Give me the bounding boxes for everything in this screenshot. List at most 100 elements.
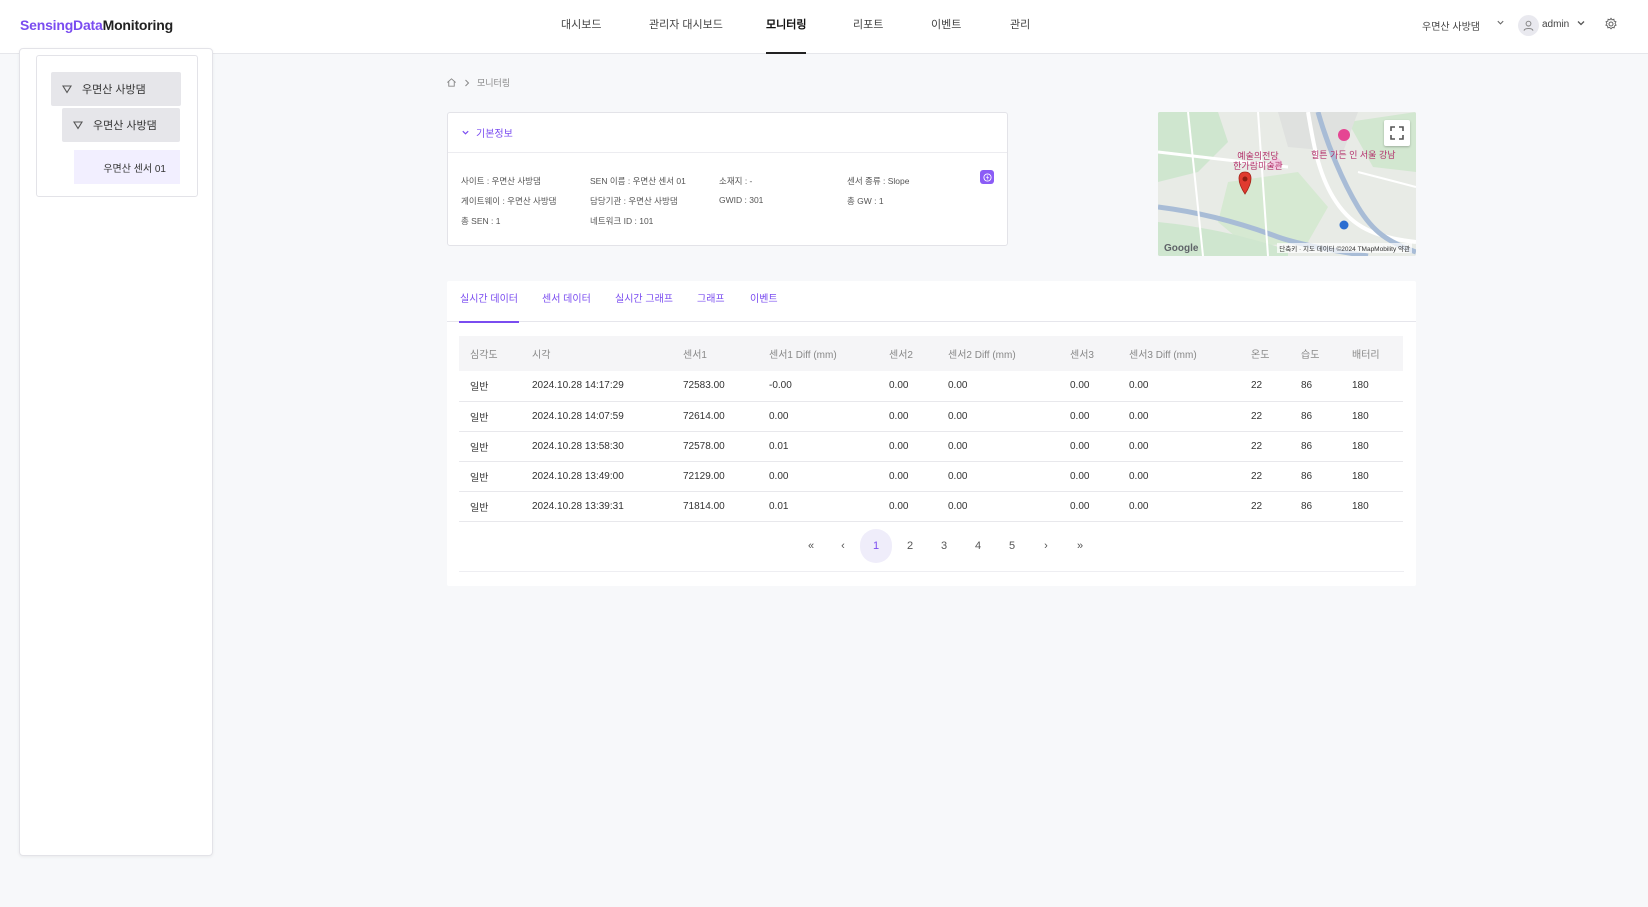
tree-node-gateway[interactable]: 우면산 사방댐	[62, 108, 180, 142]
table-cell: 22	[1251, 470, 1263, 482]
user-avatar-icon[interactable]	[1518, 15, 1539, 36]
column-header[interactable]: 센서2	[878, 336, 937, 371]
page-button-3[interactable]: 3	[928, 529, 960, 563]
realtime-data-table: 심각도 시각 센서1 센서1 Diff (mm) 센서2 센서2 Diff (m…	[459, 336, 1403, 522]
nav-event[interactable]: 이벤트	[931, 0, 961, 54]
table-body: 일반 2024.10.28 14:17:29 72583.00 -0.00 0.00 0.…	[459, 371, 1403, 521]
tree-node-site[interactable]: 우면산 사방댐	[51, 72, 181, 106]
map-terms-link[interactable]: 약관	[1398, 246, 1410, 253]
top-navigation-bar: SensingDataMonitoring 대시보드 관리자 대시보드 모니터링…	[0, 0, 1648, 54]
chevron-down-icon[interactable]	[1576, 18, 1586, 30]
table-cell: 72578.00	[683, 440, 725, 452]
tree-node-label: 우면산 사방댐	[93, 120, 157, 132]
fullscreen-icon[interactable]	[1384, 120, 1410, 146]
next-page-button[interactable]: ›	[1030, 529, 1062, 563]
table-row[interactable]: 일반 2024.10.28 13:39:31 71814.00 0.01 0.00 0.0…	[459, 491, 1403, 521]
table-row[interactable]: 일반 2024.10.28 13:49:00 72129.00 0.00 0.00 0.0…	[459, 461, 1403, 491]
tree-leaf-sensor[interactable]: 우면산 센서 01	[74, 150, 180, 184]
tab-realtime-data[interactable]: 실시간 데이터	[459, 281, 519, 323]
table-cell: 2024.10.28 13:49:00	[532, 470, 624, 482]
triangle-down-icon	[73, 121, 83, 130]
nav-admin-dashboard[interactable]: 관리자 대시보드	[649, 0, 723, 54]
nav-management[interactable]: 관리	[1010, 0, 1030, 54]
map-footer: Google 단축키 · 지도 데이터 ©2024 TMapMobility 약…	[1158, 242, 1416, 256]
tab-event[interactable]: 이벤트	[750, 281, 778, 322]
table-cell: 0.00	[948, 410, 968, 422]
page-button-4[interactable]: 4	[962, 529, 994, 563]
table-cell: 2024.10.28 14:07:59	[532, 410, 624, 422]
table-cell: 86	[1301, 470, 1313, 482]
column-header[interactable]: 센서1	[672, 336, 758, 371]
basic-info-toggle[interactable]: 기본정보	[448, 113, 1007, 153]
table-header-row: 심각도 시각 센서1 센서1 Diff (mm) 센서2 센서2 Diff (m…	[459, 336, 1403, 371]
column-header[interactable]: 센서1 Diff (mm)	[758, 336, 878, 371]
chevron-down-icon[interactable]	[1496, 18, 1505, 29]
location-map[interactable]: 예술의전당 한가람미술관 힐튼 가든 인 서울 강남 Google 단축키 · …	[1158, 112, 1416, 256]
table-row[interactable]: 일반 2024.10.28 14:17:29 72583.00 -0.00 0.00 0.…	[459, 371, 1403, 401]
home-icon[interactable]	[446, 77, 457, 88]
chevron-right-icon	[465, 79, 470, 86]
breadcrumb-current: 모니터링	[477, 78, 511, 88]
column-header[interactable]: 센서2 Diff (mm)	[937, 336, 1059, 371]
table-cell: 0.00	[948, 470, 968, 482]
table-cell: 일반	[470, 382, 489, 394]
site-selector[interactable]: 우면산 사방댐	[1422, 18, 1480, 33]
page-button-5[interactable]: 5	[996, 529, 1028, 563]
table-cell: 0.00	[769, 470, 789, 482]
info-sen-total: 총 SEN : 1	[461, 216, 501, 226]
column-header[interactable]: 센서3	[1059, 336, 1118, 371]
column-header[interactable]: 온도	[1240, 336, 1290, 371]
table-cell: 0.00	[1070, 380, 1090, 392]
power-status-icon[interactable]	[980, 170, 994, 184]
table-cell: 0.00	[889, 440, 909, 452]
table-cell: 2024.10.28 13:58:30	[532, 440, 624, 452]
tab-realtime-graph[interactable]: 실시간 그래프	[615, 281, 673, 322]
column-header[interactable]: 심각도	[459, 336, 521, 371]
info-gateway: 게이트웨이 : 우면산 사방댐	[461, 196, 557, 206]
logo-text-part2: Monitoring	[102, 17, 174, 33]
data-panel: 실시간 데이터 센서 데이터 실시간 그래프 그래프 이벤트 심각도 시각 센서…	[447, 281, 1416, 586]
pagination: « ‹ 1 2 3 4 5 › »	[447, 529, 1416, 563]
tab-graph[interactable]: 그래프	[697, 281, 725, 322]
map-canvas	[1158, 112, 1416, 256]
table-cell: 0.00	[889, 500, 909, 512]
page-button-1[interactable]: 1	[860, 529, 892, 563]
first-page-button[interactable]: «	[795, 529, 827, 563]
column-header[interactable]: 습도	[1290, 336, 1341, 371]
table-cell: 0.00	[948, 440, 968, 452]
info-sen-name: SEN 이름 : 우면산 센서 01	[590, 176, 686, 186]
table-cell: 0.00	[889, 410, 909, 422]
map-label-hotel: 힐튼 가든 인 서울 강남	[1311, 150, 1396, 160]
column-header[interactable]: 센서3 Diff (mm)	[1118, 336, 1240, 371]
info-site: 사이트 : 우면산 사방댐	[461, 176, 541, 186]
table-cell: 0.00	[889, 470, 909, 482]
page-button-2[interactable]: 2	[894, 529, 926, 563]
data-tabs: 실시간 데이터 센서 데이터 실시간 그래프 그래프 이벤트	[447, 281, 1416, 323]
info-manager: 담당기관 : 우면산 사방댐	[590, 196, 678, 206]
table-cell: 72583.00	[683, 380, 725, 392]
nav-dashboard[interactable]: 대시보드	[561, 0, 601, 54]
user-name[interactable]: admin	[1542, 19, 1569, 30]
table-cell: 180	[1352, 500, 1369, 512]
table-cell: -0.00	[769, 380, 792, 392]
table-row[interactable]: 일반 2024.10.28 14:07:59 72614.00 0.00 0.00 0.0…	[459, 401, 1403, 431]
app-logo[interactable]: SensingDataMonitoring	[20, 17, 173, 33]
table-cell: 일반	[470, 472, 489, 484]
prev-page-button[interactable]: ‹	[827, 529, 859, 563]
info-location: 소재지 : -	[719, 176, 753, 186]
last-page-button[interactable]: »	[1064, 529, 1096, 563]
column-header[interactable]: 시각	[521, 336, 672, 371]
info-gwid: GWID : 301	[719, 195, 764, 205]
map-shortcut[interactable]: 단축키	[1279, 246, 1297, 253]
column-header[interactable]: 배터리	[1341, 336, 1403, 371]
table-cell: 0.00	[1129, 440, 1149, 452]
nav-monitoring[interactable]: 모니터링	[766, 0, 807, 54]
info-sensor-type: 센서 종류 : Slope	[847, 176, 910, 186]
table-cell: 0.00	[889, 380, 909, 392]
tab-sensor-data[interactable]: 센서 데이터	[542, 281, 591, 322]
nav-report[interactable]: 리포트	[853, 0, 883, 54]
gear-icon[interactable]	[1604, 17, 1620, 33]
map-attribution[interactable]: 단축키 · 지도 데이터 ©2024 TMapMobility 약관	[1277, 243, 1412, 253]
breadcrumb: 모니터링	[446, 76, 510, 89]
table-row[interactable]: 일반 2024.10.28 13:58:30 72578.00 0.01 0.00 0.0…	[459, 431, 1403, 461]
